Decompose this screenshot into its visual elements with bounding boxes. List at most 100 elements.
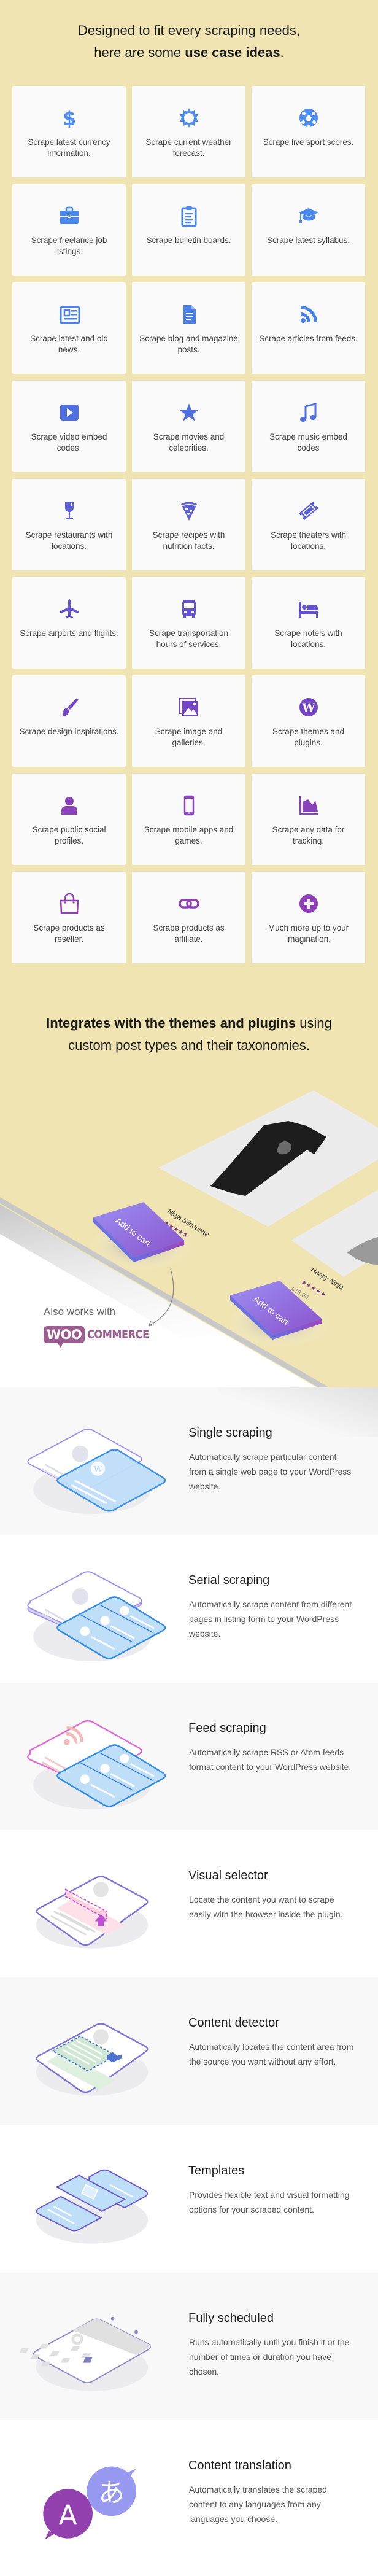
mobile-phone-icon [178,794,200,817]
feature-title: Serial scraping [188,1573,270,1588]
feature-section: W Single scraping Automatically scrape pa… [0,1387,378,1535]
wine-glass-icon [58,500,80,522]
translation-illustration: A あ [43,2466,136,2540]
use-case-label: Scrape music embed codes [269,432,347,452]
use-case-card[interactable]: Scrape movies and celebrities. [132,381,245,472]
use-case-label: Scrape design inspirations. [19,727,119,736]
svg-text:A: A [59,2500,77,2532]
use-case-card[interactable]: Scrape bulletin boards. [132,184,245,276]
play-icon [58,402,80,424]
use-case-label: Scrape latest and old news. [30,334,108,354]
woo-wordmark: COMMERCE [87,1328,150,1341]
woocommerce-products-illustration: Ninja Silhouette ★★★★★ £20.00 Add to car… [89,1090,378,1348]
use-case-card[interactable]: Scrape video embed codes. [12,381,126,472]
bed-icon [298,598,320,620]
single-page-illustration: W [27,1428,166,1515]
use-case-label: Scrape transportation hours of services. [148,629,229,649]
use-case-card[interactable]: Scrape public social profiles. [12,774,126,865]
feature-description: Automatically scrape content from differ… [189,1599,352,1639]
use-case-label: Scrape public social profiles. [32,825,106,845]
integration-heading-line1: Integrates with the themes and plugins u… [0,1012,378,1034]
serial-pages-illustration [27,1571,166,1662]
woocommerce-logo: WOO COMMERCE [44,1324,160,1348]
use-case-label: Scrape image and galleries. [155,727,223,747]
graduation-cap-icon [298,205,320,227]
feature-section: Fully scheduled Runs automatically until … [0,2272,378,2421]
feature-title: Content detector [188,2016,279,2030]
feature-description: Automatically translates the scraped con… [189,2485,327,2524]
use-case-card[interactable]: Scrape any data for tracking. [252,774,365,865]
use-case-card[interactable]: Scrape live sport scores. [252,86,365,177]
use-case-card[interactable]: W Scrape themes and plugins. [252,675,365,767]
calendar-illustration [19,2316,151,2391]
use-case-card[interactable]: Scrape mobile apps and games. [132,774,245,865]
use-cases-heading-line2: here are some use case ideas. [0,42,378,64]
use-cases-heading-line1: Designed to fit every scraping needs, [78,23,300,38]
image-gallery-icon [178,696,200,718]
dollar-icon: $ [58,107,80,129]
use-case-label: Scrape products as affiliate. [153,923,225,944]
paintbrush-icon [58,696,80,718]
rss-icon [298,303,320,325]
use-case-card[interactable]: Scrape transportation hours of services. [132,577,245,669]
use-case-card[interactable]: Scrape design inspirations. [12,675,126,767]
feature-description: Automatically scrape particular content … [189,1452,352,1491]
airplane-icon [58,598,80,620]
integration-heading-emphasis: Integrates with the themes and plugins [46,1015,296,1031]
feature-title: Content translation [188,2459,291,2473]
use-case-card[interactable]: Scrape restaurants with locations. [12,479,126,570]
use-case-card[interactable]: Scrape airports and flights. [12,577,126,669]
use-case-card[interactable]: Scrape recipes with nutrition facts. [132,479,245,570]
use-case-card[interactable]: Much more up to your imagination. [252,872,365,963]
use-case-label: Scrape latest syllabus. [266,236,350,245]
use-case-card[interactable]: $ Scrape latest currency information. [12,86,126,177]
feature-section: Visual selector Locate the content you wa… [0,1829,378,1978]
use-case-label: Scrape theaters with locations. [270,530,347,551]
use-case-card[interactable]: Scrape latest and old news. [12,282,126,374]
use-case-card[interactable]: Scrape latest syllabus. [252,184,365,276]
use-cases-heading: Designed to fit every scraping needs, he… [0,20,378,64]
use-case-card[interactable]: Scrape blog and magazine posts. [132,282,245,374]
briefcase-icon [58,205,80,227]
use-case-card[interactable]: Scrape freelance job listings. [12,184,126,276]
clipboard-icon [178,205,200,227]
feature-description: Provides flexible text and visual format… [189,2189,350,2214]
feature-section: Content detector Automatically locates th… [0,1977,378,2126]
use-case-label: Scrape freelance job listings. [31,236,107,256]
feature-title: Feed scraping [188,1721,266,1735]
use-case-label: Scrape latest currency information. [28,138,110,158]
heading-text: here are some [94,45,185,60]
feature-section: A あ Content translation Automatically tran… [0,2420,378,2576]
use-case-label: Scrape airports and flights. [20,629,118,638]
use-case-label: Scrape hotels with locations. [274,629,342,649]
use-case-card[interactable]: Scrape image and galleries. [132,675,245,767]
use-case-card[interactable]: Scrape articles from feeds. [252,282,365,374]
svg-text:$: $ [62,107,75,129]
use-case-card[interactable]: Scrape theaters with locations. [252,479,365,570]
feature-title: Visual selector [188,1868,268,1882]
bus-icon [178,598,200,620]
use-case-card[interactable]: Scrape music embed codes [252,381,365,472]
feature-description: Automatically locates the content area f… [189,2042,354,2067]
use-case-grid: $ Scrape latest currency information. Scra… [12,86,365,963]
feature-section: Serial scraping Automatically scrape cont… [0,1535,378,1683]
content-detector-illustration [36,2023,148,2096]
feed-illustration [27,1720,166,1809]
integration-heading-line2: custom post types and their taxonomies. [68,1038,310,1053]
use-case-card[interactable]: Scrape hotels with locations. [252,577,365,669]
use-case-label: Scrape bulletin boards. [146,236,231,245]
svg-text:W: W [93,1464,103,1473]
area-chart-icon [298,794,320,817]
use-case-label: Scrape products as reseller. [33,923,105,944]
use-case-card[interactable]: Scrape products as reseller. [12,872,126,963]
user-icon [58,794,80,817]
use-case-label: Much more up to your imagination. [268,923,349,944]
use-case-label: Scrape articles from feeds. [259,334,358,343]
integration-heading-text: using [296,1015,332,1031]
use-case-label: Scrape mobile apps and games. [144,825,234,845]
feature-title: Templates [188,2163,245,2178]
arrow-connector [148,1268,174,1327]
shopping-bag-icon [58,893,80,915]
use-case-card[interactable]: Scrape products as affiliate. [132,872,245,963]
use-case-card[interactable]: Scrape current weather forecast. [132,86,245,177]
